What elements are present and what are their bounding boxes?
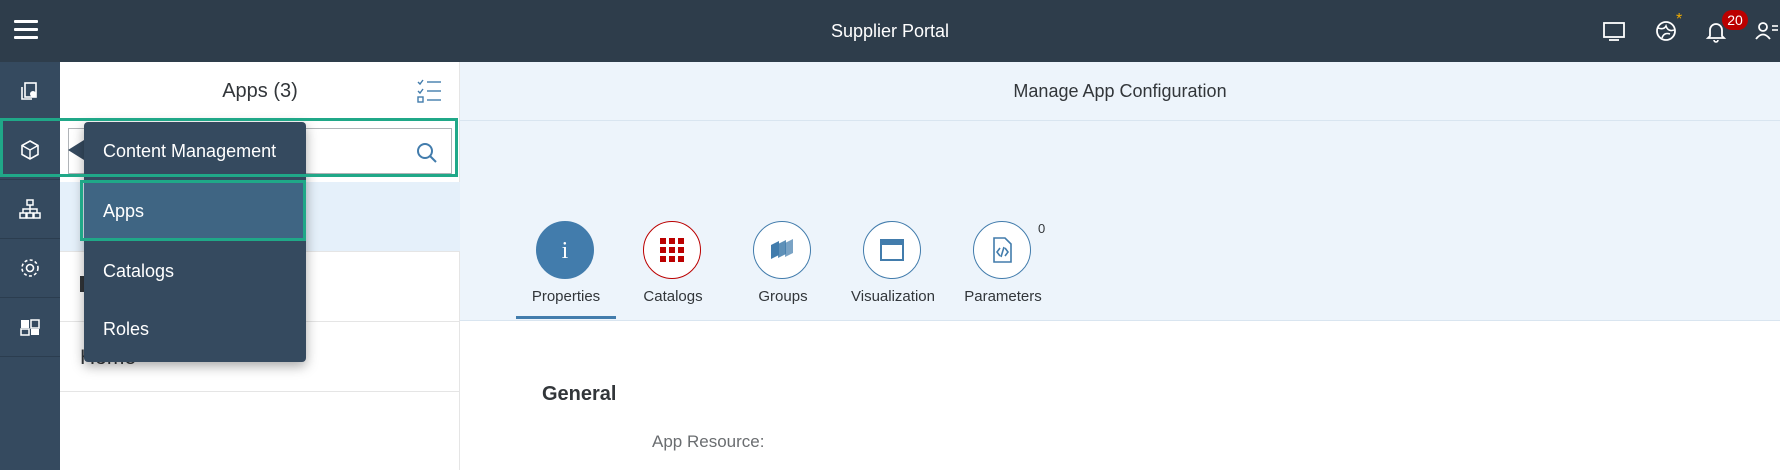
- nav-item-hierarchy[interactable]: [0, 180, 60, 239]
- menu-item-catalogs[interactable]: Catalogs: [84, 242, 306, 300]
- groups-icon: [753, 221, 811, 279]
- tab-underline: [516, 316, 616, 319]
- menu-item-roles[interactable]: Roles: [84, 300, 306, 358]
- menu-header: Content Management: [103, 141, 277, 161]
- detail-title-bar: Manage App Configuration: [460, 62, 1780, 121]
- popover-arrow: [68, 140, 84, 160]
- tab-count: 0: [1038, 221, 1046, 236]
- nav-item-content-management[interactable]: [0, 121, 60, 180]
- tab-groups[interactable]: Groups: [733, 221, 833, 319]
- user-menu-icon[interactable]: [1752, 17, 1780, 45]
- nav-item-settings[interactable]: [0, 239, 60, 298]
- tab-parameters[interactable]: 0 Parameters: [953, 221, 1053, 319]
- screen-icon[interactable]: [1600, 17, 1628, 45]
- app-title: Supplier Portal: [830, 21, 950, 41]
- tab-properties[interactable]: i Properties: [516, 221, 616, 319]
- content-management-menu: Content Management Apps Catalogs Roles: [84, 122, 306, 362]
- menu-item-apps[interactable]: Apps: [84, 182, 306, 240]
- info-icon: i: [536, 221, 594, 279]
- cube-icon: [21, 140, 39, 160]
- code-file-icon: [973, 221, 1031, 279]
- puzzle-icon: [20, 319, 40, 336]
- hamburger-menu-icon[interactable]: [14, 20, 38, 42]
- app-resource-label: App Resource:: [652, 432, 765, 451]
- nav-item-pages[interactable]: [0, 62, 60, 121]
- window-icon: [863, 221, 921, 279]
- hierarchy-icon: [19, 199, 41, 219]
- section-title: General: [542, 383, 617, 405]
- star-marker: *: [1676, 11, 1683, 28]
- master-title: Apps (3): [222, 80, 298, 102]
- search-icon[interactable]: [415, 141, 439, 165]
- side-navigation: [0, 62, 60, 470]
- detail-panel: Manage App Configuration i Properties Ca…: [460, 62, 1780, 470]
- multi-select-icon[interactable]: [415, 76, 445, 106]
- notification-badge: 20: [1722, 10, 1748, 30]
- page-title: Manage App Configuration: [1013, 81, 1227, 101]
- master-header: Apps (3): [60, 62, 460, 120]
- shell-bar: Supplier Portal * 20: [0, 0, 1780, 62]
- svg-text:i: i: [562, 238, 569, 264]
- grid-icon: [643, 221, 701, 279]
- tab-visualization[interactable]: Visualization: [843, 221, 943, 319]
- pages-icon: [21, 82, 37, 100]
- tab-catalogs[interactable]: Catalogs: [623, 221, 723, 319]
- gear-icon: [21, 259, 39, 277]
- object-header: Manage App Configuration i Properties Ca…: [460, 62, 1780, 321]
- nav-item-extensions[interactable]: [0, 298, 60, 357]
